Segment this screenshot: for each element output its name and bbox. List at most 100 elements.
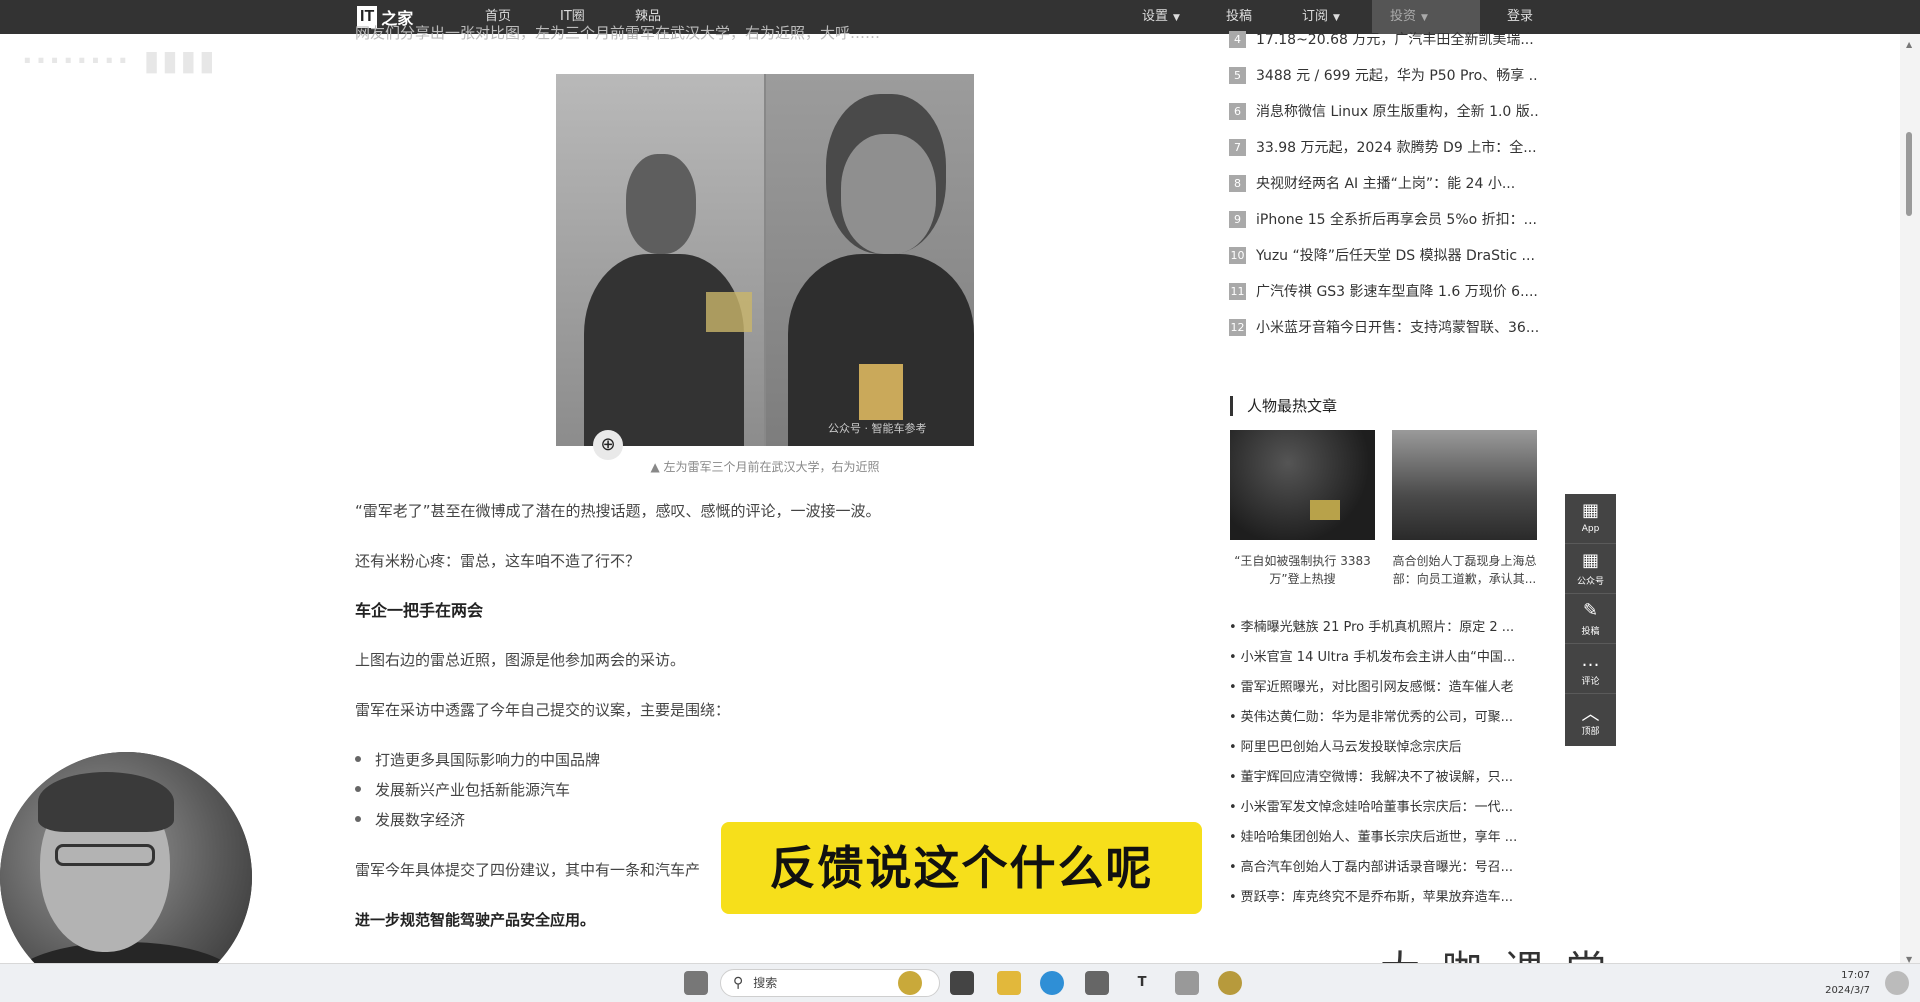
hot-list-title: 雷军近照曝光，对比图引网友感慨：造车催人老 [1240,680,1514,695]
hot-list-item[interactable]: • 贾跃亭：库克终究不是乔布斯，苹果放弃造车... [1229,887,1539,909]
hot-list-item[interactable]: • 董宇辉回应清空微博：我解决不了被误解，只... [1229,767,1539,789]
zoom-in-icon[interactable]: ⊕ [593,430,623,460]
article-paragraph: 雷军今年具体提交了四份建议，其中有一条和汽车产 [355,861,701,879]
hot-list-item[interactable]: • 小米官宣 14 Ultra 手机发布会主讲人由“中国... [1229,647,1539,669]
article-paragraph: “雷军老了”甚至在微博成了潜在的热搜话题，感叹、感慨的评论，一波接一波。 [355,502,881,520]
article-image[interactable]: 公众号 · 智能车参考 [556,74,974,446]
article-paragraph: 雷军在采访中透露了今年自己提交的议案，主要是围绕： [355,701,731,719]
ranking-item[interactable]: 10 Yuzu “投降”后任天堂 DS 模拟器 DraStic ... [1229,245,1539,267]
subtitle-text: 反馈说这个什么呢 [769,841,1154,895]
task-view-icon[interactable] [950,971,974,995]
scrollbar-thumb[interactable] [1906,132,1912,216]
bullet-dot: • [1229,740,1237,755]
hot-list-title: 英伟达黄仁勋：华为是非常优秀的公司，可聚... [1240,710,1514,725]
nav-subscribe-label: 订阅 [1302,9,1329,24]
bullet-dot: • [1229,890,1237,905]
photo-background-sign [706,292,752,332]
start-icon[interactable] [684,971,708,995]
ranking-item[interactable]: 12 小米蓝牙音箱今日开售：支持鸿蒙智联、36... [1229,317,1539,339]
hot-list-item[interactable]: • 娃哈哈集团创始人、董事长宗庆后逝世，享年 ... [1229,827,1539,849]
bullet-dot: • [1229,710,1237,725]
hot-articles-title: 人物最热文章 [1230,396,1337,416]
video-watermark-faded: ········ ▮▮▮▮ [22,44,218,77]
hot-list-item[interactable]: • 李楠曝光魅族 21 Pro 手机真机照片：原定 2 ... [1229,617,1539,639]
notification-icon[interactable] [1885,971,1909,995]
notepad-icon[interactable] [1175,971,1199,995]
nav-settings[interactable]: 设置 ▼ [1142,0,1180,34]
ranking-number: 5 [1229,66,1246,84]
hot-article-thumbnail [1230,430,1375,540]
text-editor-icon[interactable]: T [1130,971,1154,995]
ranking-item[interactable]: 6 消息称微信 Linux 原生版重构，全新 1.0 版... [1229,101,1539,123]
article-bold-line: 进一步规范智能驾驶产品安全应用。 [355,911,596,929]
hot-list-title: 高合汽车创始人丁磊内部讲话录音曝光：号召... [1240,860,1514,875]
wechat-qr-button[interactable]: ▦ 公众号 [1565,544,1616,594]
hot-list-item[interactable]: • 小米雷军发文悼念娃哈哈董事长宗庆后：一代... [1229,797,1539,819]
ranking-title: 33.98 万元起，2024 款腾势 D9 上市：全... [1256,140,1537,156]
store-icon[interactable] [1085,971,1109,995]
image-caption: ▲ 左为雷军三个月前在武汉大学，右为近照 [650,460,880,474]
ranking-title: 广汽传祺 GS3 影速车型直降 1.6 万现价 6.... [1256,284,1538,300]
bullet-dot [355,755,361,762]
hot-list-item[interactable]: • 英伟达黄仁勋：华为是非常优秀的公司，可聚... [1229,707,1539,729]
hot-list-item[interactable]: • 高合汽车创始人丁磊内部讲话录音曝光：号召... [1229,857,1539,879]
hot-list-title: 小米官宣 14 Ultra 手机发布会主讲人由“中国... [1240,650,1516,665]
hot-list-item[interactable]: • 阿里巴巴创始人马云发投联悼念宗庆后 [1229,737,1539,759]
ranking-item[interactable]: 9 iPhone 15 全系折后再享会员 5%o 折扣：... [1229,209,1539,231]
comment-button[interactable]: … 评论 [1565,644,1616,694]
ranking-number: 9 [1229,210,1246,228]
scroll-up-icon[interactable]: ▲ [1906,40,1912,49]
back-to-top-label: 顶部 [1581,727,1600,737]
list-item: 发展数字经济 [355,809,465,830]
app-qr-button[interactable]: ▦ App [1565,494,1616,544]
clock-time: 17:07 [1841,970,1870,981]
ranking-item[interactable]: 4 17.18~20.68 万元，广汽丰田全新凯美瑞... [1229,29,1539,51]
hot-list-item[interactable]: • 雷军近照曝光，对比图引网友感慨：造车催人老 [1229,677,1539,699]
list-item-text: 打造更多具国际影响力的中国品牌 [375,751,601,769]
floating-toolbar: ▦ App ▦ 公众号 ✎ 投稿 … 评论 ︿ 顶部 [1565,494,1616,746]
chevron-down-icon: ▼ [1333,13,1340,23]
article-subheading: 车企一把手在两会 [355,601,484,620]
bullet-dot: • [1229,860,1237,875]
nav-invest-label: 投资 [1390,9,1417,24]
hot-list-title: 小米雷军发文悼念娃哈哈董事长宗庆后：一代... [1240,800,1514,815]
ranking-item[interactable]: 11 广汽传祺 GS3 影速车型直降 1.6 万现价 6.... [1229,281,1539,303]
ranking-item[interactable]: 7 33.98 万元起，2024 款腾势 D9 上市：全... [1229,137,1539,159]
submit-article-button[interactable]: ✎ 投稿 [1565,594,1616,644]
bullet-dot: • [1229,770,1237,785]
bullet-dot: • [1229,650,1237,665]
bullet-dot: • [1229,620,1237,635]
file-explorer-icon[interactable] [997,971,1021,995]
edge-browser-icon[interactable] [1040,971,1064,995]
comment-label: 评论 [1581,677,1600,687]
back-to-top-button[interactable]: ︿ 顶部 [1565,694,1616,744]
ranking-title: iPhone 15 全系折后再享会员 5%o 折扣：... [1256,212,1537,228]
ranking-number: 7 [1229,138,1246,156]
article-paragraph-cut: 网友们分享出一张对比图，左为三个月前雷军在武汉大学，右为近照，大呼…… [355,24,881,42]
comment-icon: … [1581,650,1600,671]
vertical-scrollbar[interactable]: ▲ ▼ [1900,34,1920,1002]
ranking-number: 12 [1229,318,1246,336]
system-clock[interactable]: 17:07 2024/3/7 [1800,968,1870,998]
article-paragraph: 上图右边的雷总近照，图源是他参加两会的采访。 [355,651,686,669]
ranking-number: 4 [1229,30,1246,48]
bullet-dot [355,815,361,822]
hot-list-title: 董宇辉回应清空微博：我解决不了被误解，只... [1240,770,1514,785]
hot-list-title: 阿里巴巴创始人马云发投联悼念宗庆后 [1240,740,1462,755]
browser-page: IT 之家 首页 IT圈 辣品 设置 ▼ 投稿 订阅 ▼ 投资 ▼ 登录 ······… [0,0,1920,1002]
hot-article-card[interactable]: “王自如被强制执行 3383 万”登上热搜 [1230,430,1375,588]
hot-article-card[interactable]: 高合创始人丁磊现身上海总部：向员工道歉，承认其... [1392,430,1537,588]
ranking-item[interactable]: 8 央视财经两名 AI 主播“上岗”：能 24 小... [1229,173,1539,195]
ranking-number: 11 [1229,282,1246,300]
app-icon[interactable] [1218,971,1242,995]
ranking-number: 8 [1229,174,1246,192]
widget-icon[interactable] [898,971,922,995]
photo-person-right-face [841,134,936,254]
presenter-hair [38,772,174,832]
search-icon: ⚲ [733,975,744,991]
list-item: 发展新兴产业包括新能源汽车 [355,779,570,800]
ranking-title: Yuzu “投降”后任天堂 DS 模拟器 DraStic ... [1256,248,1535,264]
hot-list-title: 李楠曝光魅族 21 Pro 手机真机照片：原定 2 ... [1240,620,1515,635]
ranking-item[interactable]: 5 3488 元 / 699 元起，华为 P50 Pro、畅享 ... [1229,65,1539,87]
bullet-dot: • [1229,680,1237,695]
